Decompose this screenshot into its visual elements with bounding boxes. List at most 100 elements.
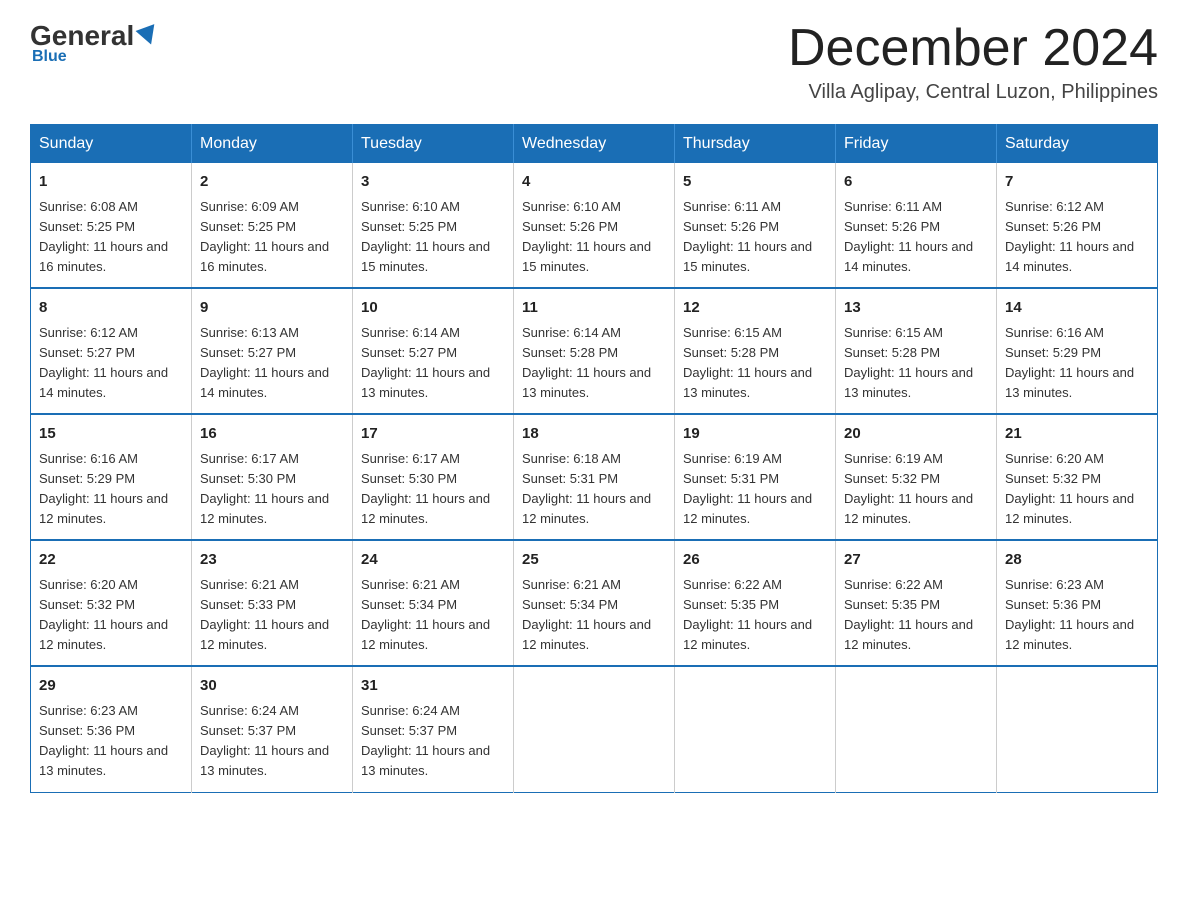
col-saturday: Saturday: [997, 125, 1158, 164]
calendar-week-row: 15 Sunrise: 6:16 AMSunset: 5:29 PMDayligh…: [31, 414, 1158, 540]
calendar-header-row: Sunday Monday Tuesday Wednesday Thursday…: [31, 125, 1158, 164]
table-row: 27 Sunrise: 6:22 AMSunset: 5:35 PMDayligh…: [836, 540, 997, 666]
day-info: Sunrise: 6:22 AMSunset: 5:35 PMDaylight:…: [844, 577, 973, 652]
table-row: 30 Sunrise: 6:24 AMSunset: 5:37 PMDayligh…: [192, 666, 353, 792]
day-info: Sunrise: 6:10 AMSunset: 5:26 PMDaylight:…: [522, 199, 651, 274]
day-info: Sunrise: 6:12 AMSunset: 5:27 PMDaylight:…: [39, 325, 168, 400]
day-info: Sunrise: 6:21 AMSunset: 5:33 PMDaylight:…: [200, 577, 329, 652]
day-info: Sunrise: 6:15 AMSunset: 5:28 PMDaylight:…: [683, 325, 812, 400]
day-info: Sunrise: 6:21 AMSunset: 5:34 PMDaylight:…: [522, 577, 651, 652]
table-row: [997, 666, 1158, 792]
day-info: Sunrise: 6:24 AMSunset: 5:37 PMDaylight:…: [200, 703, 329, 778]
table-row: 20 Sunrise: 6:19 AMSunset: 5:32 PMDayligh…: [836, 414, 997, 540]
day-number: 9: [200, 297, 344, 320]
day-number: 4: [522, 171, 666, 194]
day-number: 2: [200, 171, 344, 194]
calendar-week-row: 29 Sunrise: 6:23 AMSunset: 5:36 PMDayligh…: [31, 666, 1158, 792]
logo: General Blue: [30, 20, 158, 66]
day-number: 8: [39, 297, 183, 320]
day-info: Sunrise: 6:20 AMSunset: 5:32 PMDaylight:…: [39, 577, 168, 652]
table-row: 25 Sunrise: 6:21 AMSunset: 5:34 PMDayligh…: [514, 540, 675, 666]
calendar-week-row: 8 Sunrise: 6:12 AMSunset: 5:27 PMDaylight…: [31, 288, 1158, 414]
table-row: 3 Sunrise: 6:10 AMSunset: 5:25 PMDaylight…: [353, 163, 514, 288]
day-info: Sunrise: 6:23 AMSunset: 5:36 PMDaylight:…: [39, 703, 168, 778]
table-row: 31Sunrise: 6:24 AMSunset: 5:37 PMDayligh…: [353, 666, 514, 792]
day-number: 16: [200, 423, 344, 446]
day-info: Sunrise: 6:14 AMSunset: 5:27 PMDaylight:…: [361, 325, 490, 400]
page-header: General Blue December 2024 Villa Aglipay…: [30, 20, 1158, 104]
day-info: Sunrise: 6:15 AMSunset: 5:28 PMDaylight:…: [844, 325, 973, 400]
table-row: 11Sunrise: 6:14 AMSunset: 5:28 PMDayligh…: [514, 288, 675, 414]
table-row: 28 Sunrise: 6:23 AMSunset: 5:36 PMDayligh…: [997, 540, 1158, 666]
table-row: 12Sunrise: 6:15 AMSunset: 5:28 PMDayligh…: [675, 288, 836, 414]
day-number: 1: [39, 171, 183, 194]
table-row: 21Sunrise: 6:20 AMSunset: 5:32 PMDayligh…: [997, 414, 1158, 540]
day-number: 28: [1005, 549, 1149, 572]
table-row: [514, 666, 675, 792]
table-row: 6 Sunrise: 6:11 AMSunset: 5:26 PMDaylight…: [836, 163, 997, 288]
day-number: 21: [1005, 423, 1149, 446]
day-number: 3: [361, 171, 505, 194]
table-row: 26 Sunrise: 6:22 AMSunset: 5:35 PMDayligh…: [675, 540, 836, 666]
table-row: 23 Sunrise: 6:21 AMSunset: 5:33 PMDayligh…: [192, 540, 353, 666]
day-info: Sunrise: 6:10 AMSunset: 5:25 PMDaylight:…: [361, 199, 490, 274]
table-row: 13 Sunrise: 6:15 AMSunset: 5:28 PMDayligh…: [836, 288, 997, 414]
day-info: Sunrise: 6:12 AMSunset: 5:26 PMDaylight:…: [1005, 199, 1134, 274]
day-info: Sunrise: 6:14 AMSunset: 5:28 PMDaylight:…: [522, 325, 651, 400]
day-number: 19: [683, 423, 827, 446]
day-info: Sunrise: 6:09 AMSunset: 5:25 PMDaylight:…: [200, 199, 329, 274]
table-row: 19Sunrise: 6:19 AMSunset: 5:31 PMDayligh…: [675, 414, 836, 540]
table-row: 2 Sunrise: 6:09 AMSunset: 5:25 PMDaylight…: [192, 163, 353, 288]
day-number: 17: [361, 423, 505, 446]
day-info: Sunrise: 6:24 AMSunset: 5:37 PMDaylight:…: [361, 703, 490, 778]
day-number: 15: [39, 423, 183, 446]
calendar-table: Sunday Monday Tuesday Wednesday Thursday…: [30, 124, 1158, 792]
month-title: December 2024: [788, 20, 1158, 77]
day-info: Sunrise: 6:16 AMSunset: 5:29 PMDaylight:…: [39, 451, 168, 526]
day-number: 20: [844, 423, 988, 446]
day-info: Sunrise: 6:17 AMSunset: 5:30 PMDaylight:…: [361, 451, 490, 526]
logo-triangle-icon: [136, 24, 161, 48]
day-info: Sunrise: 6:11 AMSunset: 5:26 PMDaylight:…: [844, 199, 973, 274]
col-wednesday: Wednesday: [514, 125, 675, 164]
table-row: 10 Sunrise: 6:14 AMSunset: 5:27 PMDayligh…: [353, 288, 514, 414]
day-info: Sunrise: 6:17 AMSunset: 5:30 PMDaylight:…: [200, 451, 329, 526]
day-info: Sunrise: 6:21 AMSunset: 5:34 PMDaylight:…: [361, 577, 490, 652]
day-number: 13: [844, 297, 988, 320]
table-row: 7 Sunrise: 6:12 AMSunset: 5:26 PMDaylight…: [997, 163, 1158, 288]
day-info: Sunrise: 6:16 AMSunset: 5:29 PMDaylight:…: [1005, 325, 1134, 400]
day-number: 25: [522, 549, 666, 572]
day-number: 23: [200, 549, 344, 572]
day-number: 5: [683, 171, 827, 194]
day-info: Sunrise: 6:18 AMSunset: 5:31 PMDaylight:…: [522, 451, 651, 526]
table-row: 9 Sunrise: 6:13 AMSunset: 5:27 PMDaylight…: [192, 288, 353, 414]
day-number: 10: [361, 297, 505, 320]
table-row: 14Sunrise: 6:16 AMSunset: 5:29 PMDayligh…: [997, 288, 1158, 414]
day-number: 24: [361, 549, 505, 572]
day-info: Sunrise: 6:11 AMSunset: 5:26 PMDaylight:…: [683, 199, 812, 274]
day-number: 7: [1005, 171, 1149, 194]
day-info: Sunrise: 6:23 AMSunset: 5:36 PMDaylight:…: [1005, 577, 1134, 652]
day-info: Sunrise: 6:13 AMSunset: 5:27 PMDaylight:…: [200, 325, 329, 400]
table-row: [836, 666, 997, 792]
col-monday: Monday: [192, 125, 353, 164]
day-number: 26: [683, 549, 827, 572]
table-row: 8 Sunrise: 6:12 AMSunset: 5:27 PMDaylight…: [31, 288, 192, 414]
table-row: 1 Sunrise: 6:08 AMSunset: 5:25 PMDaylight…: [31, 163, 192, 288]
table-row: 4 Sunrise: 6:10 AMSunset: 5:26 PMDaylight…: [514, 163, 675, 288]
day-number: 27: [844, 549, 988, 572]
day-number: 29: [39, 675, 183, 698]
col-tuesday: Tuesday: [353, 125, 514, 164]
title-section: December 2024 Villa Aglipay, Central Luz…: [788, 20, 1158, 104]
day-number: 6: [844, 171, 988, 194]
col-thursday: Thursday: [675, 125, 836, 164]
table-row: 15 Sunrise: 6:16 AMSunset: 5:29 PMDayligh…: [31, 414, 192, 540]
table-row: 5 Sunrise: 6:11 AMSunset: 5:26 PMDaylight…: [675, 163, 836, 288]
table-row: 29 Sunrise: 6:23 AMSunset: 5:36 PMDayligh…: [31, 666, 192, 792]
col-friday: Friday: [836, 125, 997, 164]
day-info: Sunrise: 6:08 AMSunset: 5:25 PMDaylight:…: [39, 199, 168, 274]
day-info: Sunrise: 6:19 AMSunset: 5:32 PMDaylight:…: [844, 451, 973, 526]
day-info: Sunrise: 6:22 AMSunset: 5:35 PMDaylight:…: [683, 577, 812, 652]
day-number: 30: [200, 675, 344, 698]
day-number: 22: [39, 549, 183, 572]
